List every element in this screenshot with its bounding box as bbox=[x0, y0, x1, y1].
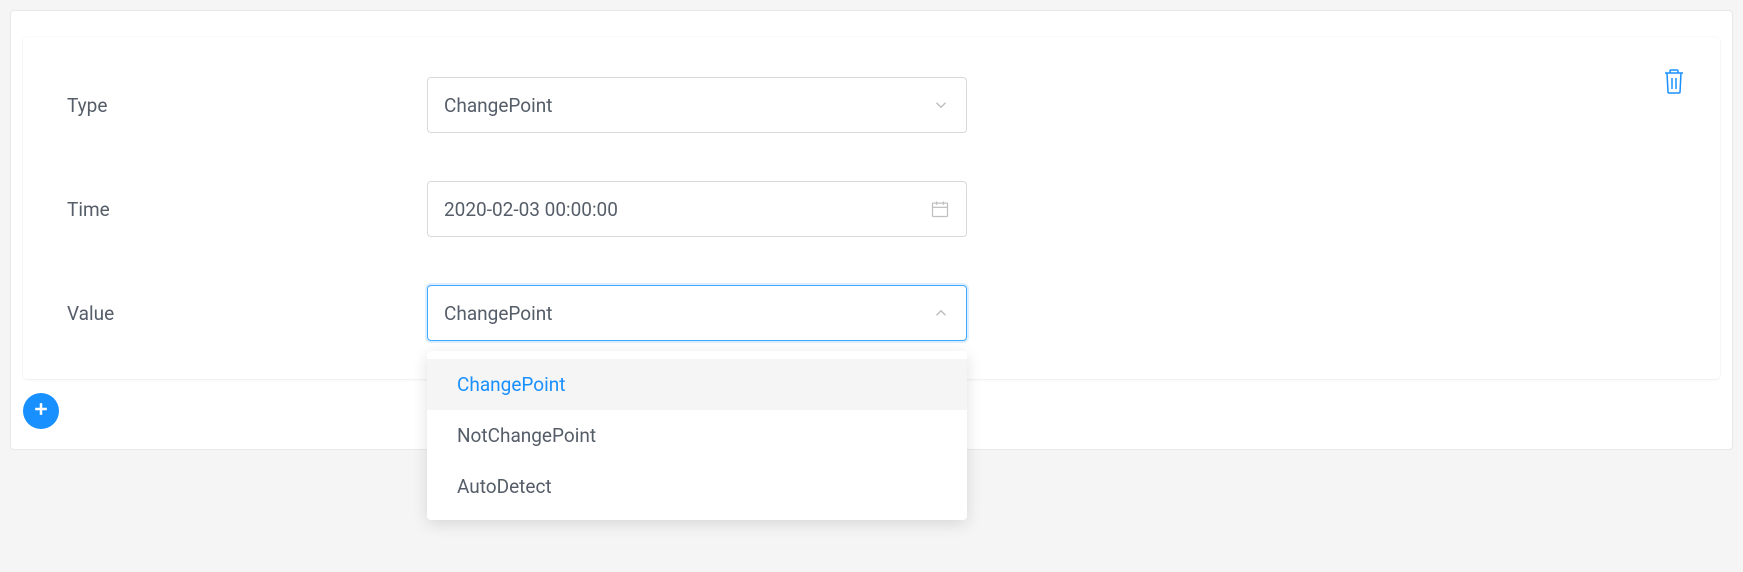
value-label: Value bbox=[67, 302, 427, 325]
chevron-down-icon bbox=[932, 96, 950, 114]
plus-icon bbox=[31, 399, 51, 423]
chevron-up-icon bbox=[932, 304, 950, 322]
add-button[interactable] bbox=[23, 393, 59, 429]
type-select[interactable]: ChangePoint bbox=[427, 77, 967, 133]
value-dropdown: ChangePoint NotChangePoint AutoDetect bbox=[427, 351, 967, 520]
calendar-icon bbox=[930, 199, 950, 219]
time-label: Time bbox=[67, 198, 427, 221]
time-input[interactable]: 2020-02-03 00:00:00 bbox=[427, 181, 967, 237]
value-option-autodetect[interactable]: AutoDetect bbox=[427, 461, 967, 512]
type-row: Type ChangePoint bbox=[67, 77, 1676, 133]
delete-button[interactable] bbox=[1662, 67, 1686, 99]
value-select-value: ChangePoint bbox=[444, 302, 552, 325]
type-label: Type bbox=[67, 94, 427, 117]
outer-container: Type ChangePoint Time 2020-02-03 00:00:0… bbox=[10, 10, 1733, 450]
value-row: Value ChangePoint ChangePoint NotChangeP… bbox=[67, 285, 1676, 341]
form-card: Type ChangePoint Time 2020-02-03 00:00:0… bbox=[23, 37, 1720, 379]
trash-icon bbox=[1662, 67, 1686, 99]
value-select[interactable]: ChangePoint bbox=[427, 285, 967, 341]
value-option-changepoint[interactable]: ChangePoint bbox=[427, 359, 967, 410]
value-option-notchangepoint[interactable]: NotChangePoint bbox=[427, 410, 967, 461]
time-row: Time 2020-02-03 00:00:00 bbox=[67, 181, 1676, 237]
time-input-value: 2020-02-03 00:00:00 bbox=[444, 198, 618, 221]
value-select-wrapper: ChangePoint ChangePoint NotChangePoint A… bbox=[427, 285, 967, 341]
type-select-value: ChangePoint bbox=[444, 94, 552, 117]
